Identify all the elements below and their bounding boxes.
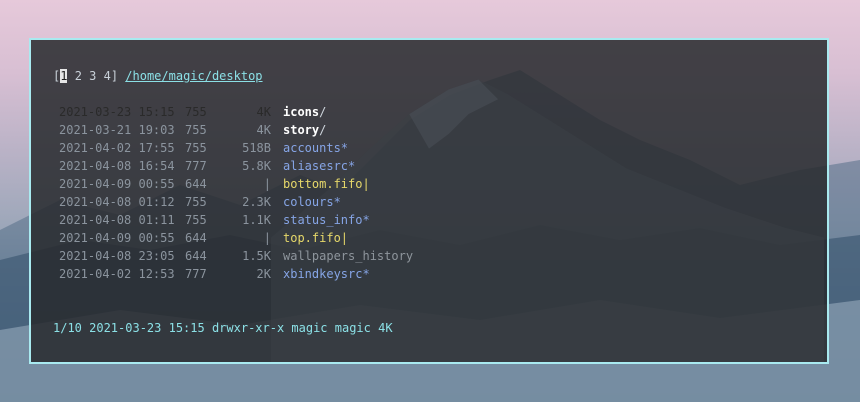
file-date: 2021-03-21 19:03: [59, 123, 175, 137]
file-date: 2021-03-23 15:15: [59, 105, 175, 119]
file-size: |: [263, 177, 271, 191]
tab-bar: [1 2 3 4] /home/magic/desktop: [53, 67, 263, 85]
file-date: 2021-04-08 16:54: [59, 159, 175, 173]
file-date: 2021-04-08 01:12: [59, 195, 175, 209]
file-name-text: story: [283, 123, 320, 137]
file-name[interactable]: xbindkeysrc*: [283, 265, 370, 283]
file-permissions: 755: [185, 141, 207, 155]
file-name-text: xbindkeysrc: [283, 267, 363, 281]
file-name[interactable]: wallpapers_history: [283, 247, 413, 265]
file-size: |: [263, 231, 271, 245]
file-name-text: bottom.fifo: [283, 177, 363, 191]
file-date: 2021-04-09 00:55: [59, 231, 175, 245]
file-name-text: status_info: [283, 213, 363, 227]
file-permissions: 777: [185, 159, 207, 173]
file-type-indicator: |: [362, 177, 370, 191]
file-name-text: aliasesrc: [283, 159, 349, 173]
file-permissions: 777: [185, 267, 207, 281]
file-name[interactable]: aliasesrc*: [283, 157, 355, 175]
file-date: 2021-04-08 01:11: [59, 213, 175, 227]
file-permissions: 755: [185, 195, 207, 209]
file-permissions: 644: [185, 231, 207, 245]
terminal-window[interactable]: [1 2 3 4] /home/magic/desktop 2021-03-23…: [29, 38, 829, 364]
file-size: 518B: [242, 141, 271, 155]
tab-list-rest[interactable]: 2 3 4]: [67, 69, 125, 83]
file-type-indicator: *: [348, 159, 356, 173]
file-size: 1.5K: [242, 249, 271, 263]
file-date: 2021-04-02 17:55: [59, 141, 175, 155]
file-name[interactable]: story/: [283, 121, 326, 139]
file-type-indicator: *: [340, 141, 349, 155]
file-type-indicator: *: [333, 195, 341, 209]
file-type-indicator: /: [319, 123, 327, 137]
file-type-indicator: /: [319, 105, 327, 119]
file-type-indicator: *: [362, 267, 370, 281]
file-permissions: 755: [185, 105, 207, 119]
file-size: 5.8K: [242, 159, 271, 173]
file-date: 2021-04-08 23:05: [59, 249, 175, 263]
file-name-text: accounts: [283, 141, 341, 155]
file-type-indicator: *: [362, 213, 370, 227]
file-permissions: 644: [185, 177, 207, 191]
current-path[interactable]: /home/magic/desktop: [125, 69, 262, 83]
status-line: 1/10 2021-03-23 15:15 drwxr-xr-x magic m…: [53, 321, 393, 335]
file-name[interactable]: colours*: [283, 193, 341, 211]
file-name[interactable]: accounts*: [283, 139, 348, 157]
file-type-indicator: |: [340, 231, 349, 245]
file-name[interactable]: bottom.fifo|: [283, 175, 370, 193]
file-name[interactable]: icons/: [283, 103, 326, 121]
file-size: 1.1K: [242, 213, 271, 227]
file-size: 2K: [256, 267, 271, 281]
file-size: 4K: [256, 105, 271, 119]
file-name[interactable]: status_info*: [283, 211, 370, 229]
file-name-text: top.fifo: [283, 231, 341, 245]
file-name-text: icons: [283, 105, 320, 119]
file-date: 2021-04-09 00:55: [59, 177, 175, 191]
file-name-text: colours: [283, 195, 334, 209]
file-permissions: 755: [185, 213, 207, 227]
file-size: 2.3K: [242, 195, 271, 209]
file-name-text: wallpapers_history: [283, 249, 414, 263]
file-date: 2021-04-02 12:53: [59, 267, 175, 281]
file-permissions: 644: [185, 249, 207, 263]
file-name[interactable]: top.fifo|: [283, 229, 348, 247]
file-size: 4K: [256, 123, 271, 137]
file-permissions: 755: [185, 123, 207, 137]
